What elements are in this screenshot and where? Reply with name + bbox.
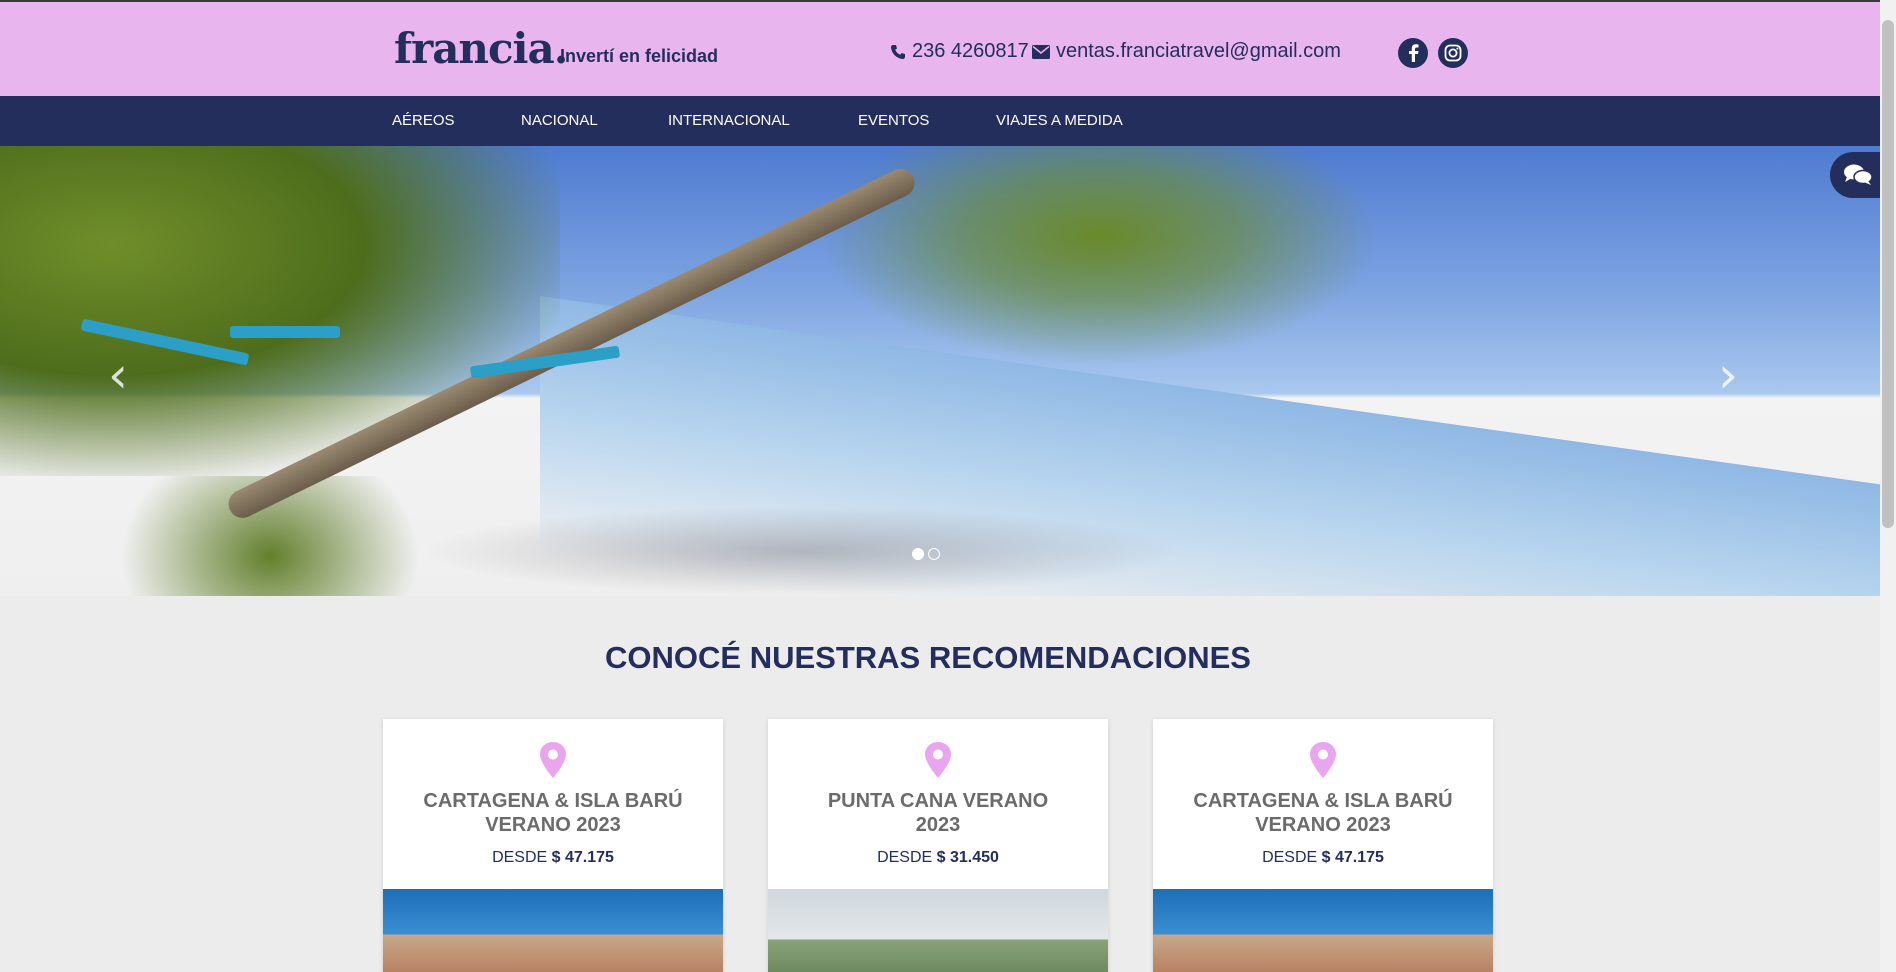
card-image[interactable] [383, 889, 723, 972]
envelope-icon [1032, 44, 1050, 59]
card-title-line: CARTAGENA & ISLA BARÚ [1193, 790, 1453, 812]
nav-item-aereos[interactable]: AÉREOS [392, 112, 455, 129]
card-title-line: 2023 [915, 814, 961, 836]
price-value: $ 47.175 [551, 849, 614, 866]
carousel-next-button[interactable]: › [1718, 346, 1738, 404]
carousel-dot-1[interactable] [912, 548, 924, 560]
chat-button[interactable] [1830, 152, 1886, 198]
card-title: PUNTA CANA VERANO 2023 [778, 789, 1098, 837]
scrollbar-thumb[interactable] [1882, 20, 1894, 528]
hero-foliage [0, 146, 560, 476]
recommendation-card[interactable]: PUNTA CANA VERANO 2023 DESDE $ 31.450 [768, 719, 1108, 972]
card-title: CARTAGENA & ISLA BARÚ VERANO 2023 [393, 789, 713, 837]
price-value: $ 47.175 [1321, 849, 1384, 866]
email-address: ventas.franciatravel@gmail.com [1056, 40, 1341, 62]
top-header: francia. Invertí en felicidad 236 426081… [0, 0, 1880, 96]
card-title-line: VERANO 2023 [485, 814, 621, 836]
carousel-prev-button[interactable]: ‹ [108, 346, 128, 404]
card-title-line: PUNTA CANA VERANO [827, 790, 1049, 812]
nav-item-internacional[interactable]: INTERNACIONAL [668, 112, 790, 129]
logo[interactable]: francia. [394, 24, 568, 73]
nav-item-viajes-a-medida[interactable]: VIAJES A MEDIDA [996, 112, 1123, 129]
card-price: DESDE $ 47.175 [1153, 849, 1493, 867]
phone-icon [891, 44, 905, 59]
card-title-line: VERANO 2023 [1255, 814, 1391, 836]
chat-icon [1844, 164, 1873, 185]
hero-carousel: ‹ › [0, 146, 1880, 596]
map-pin-icon [1310, 742, 1336, 778]
facebook-icon [1409, 44, 1419, 62]
phone-contact[interactable]: 236 4260817 [890, 40, 1029, 63]
card-price: DESDE $ 31.450 [768, 849, 1108, 867]
carousel-indicators [912, 548, 940, 560]
recommendation-card[interactable]: CARTAGENA & ISLA BARÚ VERANO 2023 DESDE … [1153, 719, 1493, 972]
carousel-dot-2[interactable] [928, 548, 940, 560]
price-value: $ 31.450 [936, 849, 999, 866]
phone-number: 236 4260817 [912, 40, 1029, 62]
card-title: CARTAGENA & ISLA BARÚ VERANO 2023 [1163, 789, 1483, 837]
main-nav: AÉREOS NACIONAL INTERNACIONAL EVENTOS VI… [0, 96, 1880, 146]
nav-item-eventos[interactable]: EVENTOS [858, 112, 929, 129]
instagram-icon [1444, 44, 1462, 62]
recommendation-card[interactable]: CARTAGENA & ISLA BARÚ VERANO 2023 DESDE … [383, 719, 723, 972]
card-image[interactable] [1153, 889, 1493, 972]
card-price: DESDE $ 47.175 [383, 849, 723, 867]
card-title-line: CARTAGENA & ISLA BARÚ [423, 790, 683, 812]
instagram-link[interactable] [1438, 38, 1468, 68]
price-prefix: DESDE [877, 849, 933, 866]
hero-palm-shadow [420, 506, 1180, 596]
nav-item-nacional[interactable]: NACIONAL [521, 112, 598, 129]
facebook-link[interactable] [1398, 38, 1428, 68]
price-prefix: DESDE [492, 849, 548, 866]
hero-lounge-chair [230, 326, 340, 338]
map-pin-icon [925, 742, 951, 778]
email-contact[interactable]: ventas.franciatravel@gmail.com [1032, 40, 1341, 63]
map-pin-icon [540, 742, 566, 778]
card-image[interactable] [768, 889, 1108, 972]
price-prefix: DESDE [1262, 849, 1318, 866]
recommendations-title: CONOCÉ NUESTRAS RECOMENDACIONES [605, 640, 1251, 675]
tagline: Invertí en felicidad [560, 46, 719, 66]
